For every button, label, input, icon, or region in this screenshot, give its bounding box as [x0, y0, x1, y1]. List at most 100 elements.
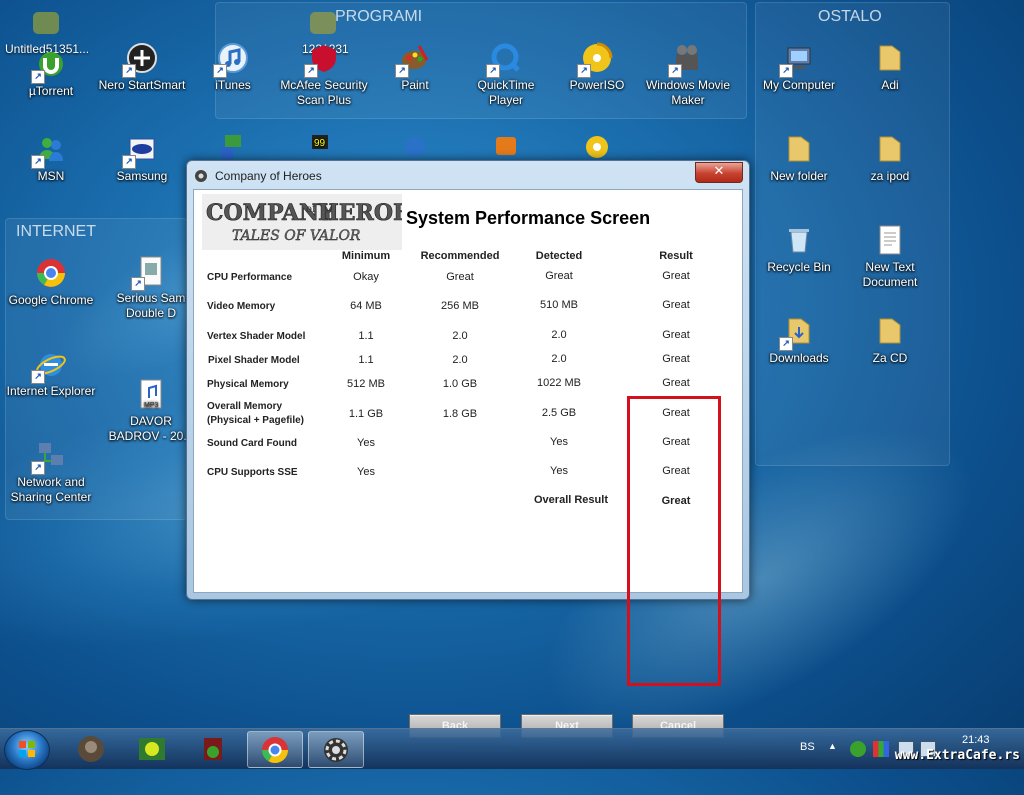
recycle-bin-icon — [783, 224, 815, 256]
desktop-icon-mycomputer[interactable]: ↗ My Computer — [753, 42, 845, 93]
desktop-icon-davor[interactable]: MP3 DAVOR BADROV - 20... — [105, 378, 197, 444]
taskbar-app-chrome[interactable] — [247, 731, 303, 768]
desktop-icon-moviemaker[interactable]: ↗ Windows Movie Maker — [642, 42, 734, 108]
utorrent-icon — [204, 738, 222, 760]
chrome-icon — [35, 257, 67, 289]
cell-minimum: Okay — [353, 271, 379, 283]
cell-detected: Great — [545, 270, 573, 282]
desktop-icon-msn[interactable]: ↗ MSN — [5, 133, 97, 184]
cell-detected: Yes — [550, 436, 568, 448]
desktop-icon-ie[interactable]: ↗ Internet Explorer — [5, 348, 97, 399]
desktop-icon-adi[interactable]: Adi — [844, 42, 936, 93]
desktop-icon-newtext[interactable]: New Text Document — [844, 224, 936, 290]
icon-label: Maker — [671, 93, 705, 107]
cell-detected: 2.0 — [551, 353, 567, 365]
icon-label: Recycle Bin — [767, 260, 831, 274]
taskbar-app-company-of-heroes[interactable] — [308, 731, 364, 768]
folder-icon — [783, 133, 815, 165]
desktop-icon-nero[interactable]: ↗ Nero StartSmart — [96, 42, 188, 93]
desktop-icon-downloads[interactable]: ↗ Downloads — [753, 315, 845, 366]
cell-detected: Yes — [550, 465, 568, 477]
row-label: Vertex Shader Model — [207, 331, 306, 342]
desktop-icon-quicktime[interactable]: ↗ QuickTime Player — [460, 42, 552, 108]
row-label: CPU Performance — [207, 272, 293, 283]
icon-label: Player — [488, 93, 523, 107]
desktop-icon-untitled-image[interactable] — [0, 12, 92, 38]
icon-label: za ipod — [870, 169, 910, 183]
desktop-icon-network[interactable]: ↗ Network and Sharing Center — [5, 439, 97, 505]
desktop-icon-samsung[interactable]: ↗ Samsung — [96, 133, 188, 184]
network-icon: ↗ — [31, 439, 67, 475]
tray-app-icon[interactable] — [873, 741, 889, 757]
row-label: Pixel Shader Model — [208, 355, 300, 366]
cell-detected: 2.5 GB — [541, 407, 577, 419]
desktop-icon-poweriso[interactable]: ↗ PowerISO — [551, 42, 643, 93]
cell-minimum: 1.1 GB — [348, 408, 384, 420]
icon-label: Nero StartSmart — [98, 78, 186, 92]
desktop-icon-1231231-image[interactable] — [277, 12, 369, 38]
icon-label: DAVOR — [130, 414, 172, 428]
paint-icon: ↗ — [395, 42, 431, 78]
cell-recommended: 1.0 GB — [442, 378, 478, 390]
close-button[interactable]: ✕ — [695, 162, 743, 183]
windows-logo-icon — [19, 741, 35, 757]
desktop-icon-serioussam[interactable]: ↗ Serious Sam Double D — [105, 255, 197, 321]
tray-utorrent-icon[interactable] — [850, 741, 866, 757]
tray-expand-icon[interactable]: ▲ — [828, 741, 837, 751]
taskbar-app-tennis[interactable] — [125, 731, 179, 766]
desktop-icon-paint[interactable]: ↗ Paint — [369, 42, 461, 93]
icon-label: µTorrent — [28, 84, 74, 98]
desktop-icon-newfolder[interactable]: New folder — [753, 133, 845, 184]
cell-minimum: Yes — [357, 466, 375, 478]
svg-text:TALES OF VALOR: TALES OF VALOR — [232, 228, 361, 244]
desktop-icon-zacd[interactable]: Za CD — [844, 315, 936, 366]
folder-icon: ↗ — [779, 315, 815, 351]
overall-result-label: Overall Result — [534, 494, 608, 506]
start-button[interactable] — [4, 730, 50, 770]
clock-time[interactable]: 21:43 — [962, 734, 990, 746]
folder-icon — [874, 133, 906, 165]
language-indicator[interactable]: BS — [800, 741, 815, 753]
cell-recommended: 1.8 GB — [442, 408, 478, 420]
cell-minimum: 512 MB — [347, 378, 385, 390]
desktop-icon-mcafee[interactable]: ↗ McAfee Security Scan Plus — [278, 42, 370, 108]
icon-label: Network and — [17, 475, 85, 489]
dialog-titlebar[interactable]: Company of Heroes ✕ — [187, 161, 749, 189]
taskbar-app-game[interactable] — [64, 731, 118, 766]
icon-label: QuickTime — [477, 78, 535, 92]
header-minimum: Minimum — [341, 250, 391, 262]
desktop-icon-chrome[interactable]: Google Chrome — [5, 257, 97, 308]
icon-label: Document — [862, 275, 918, 289]
icon-label: Windows Movie — [645, 78, 731, 92]
icon-label: BADROV - 20... — [108, 429, 194, 443]
document-icon: ↗ — [131, 255, 167, 291]
desktop-icon-itunes[interactable]: ↗ iTunes — [187, 42, 279, 93]
icon-label: Internet Explorer — [6, 384, 96, 398]
cell-result: Great — [662, 436, 690, 448]
text-file-icon — [874, 224, 906, 256]
msn-icon: ↗ — [31, 133, 67, 169]
svg-text:HEROES: HEROES — [318, 200, 402, 226]
icon-label: Paint — [401, 78, 429, 92]
icon-label: PowerISO — [569, 78, 625, 92]
taskbar-app-utorrent[interactable] — [186, 731, 240, 766]
row-label: Video Memory — [207, 301, 276, 312]
desktop-icon-zaipod[interactable]: za ipod — [844, 133, 936, 184]
cell-minimum: 1.1 — [358, 330, 374, 342]
header-recommended: Recommended — [420, 250, 500, 262]
svg-text:99: 99 — [314, 138, 326, 149]
tennis-icon — [139, 738, 165, 760]
desktop-icon-utorrent[interactable]: ↗ µTorrent — [5, 48, 97, 99]
system-performance-dialog: Company of Heroes ✕ COMPANY of HEROES TA… — [186, 160, 750, 738]
cell-recommended: 2.0 — [452, 354, 468, 366]
company-of-heroes-logo: COMPANY of HEROES TALES OF VALOR — [202, 194, 402, 250]
desktop-icon-recyclebin[interactable]: Recycle Bin — [753, 224, 845, 275]
row-sublabel: (Physical + Pagefile) — [207, 415, 304, 426]
mp3-file-icon: MP3 — [135, 378, 167, 410]
icon-label: New folder — [770, 169, 828, 183]
svg-text:COMPANY: COMPANY — [206, 200, 335, 226]
svg-text:MP3: MP3 — [144, 402, 159, 409]
gear-icon — [324, 738, 348, 762]
icon-label: Sharing Center — [10, 490, 92, 504]
header-detected: Detected — [535, 250, 583, 262]
